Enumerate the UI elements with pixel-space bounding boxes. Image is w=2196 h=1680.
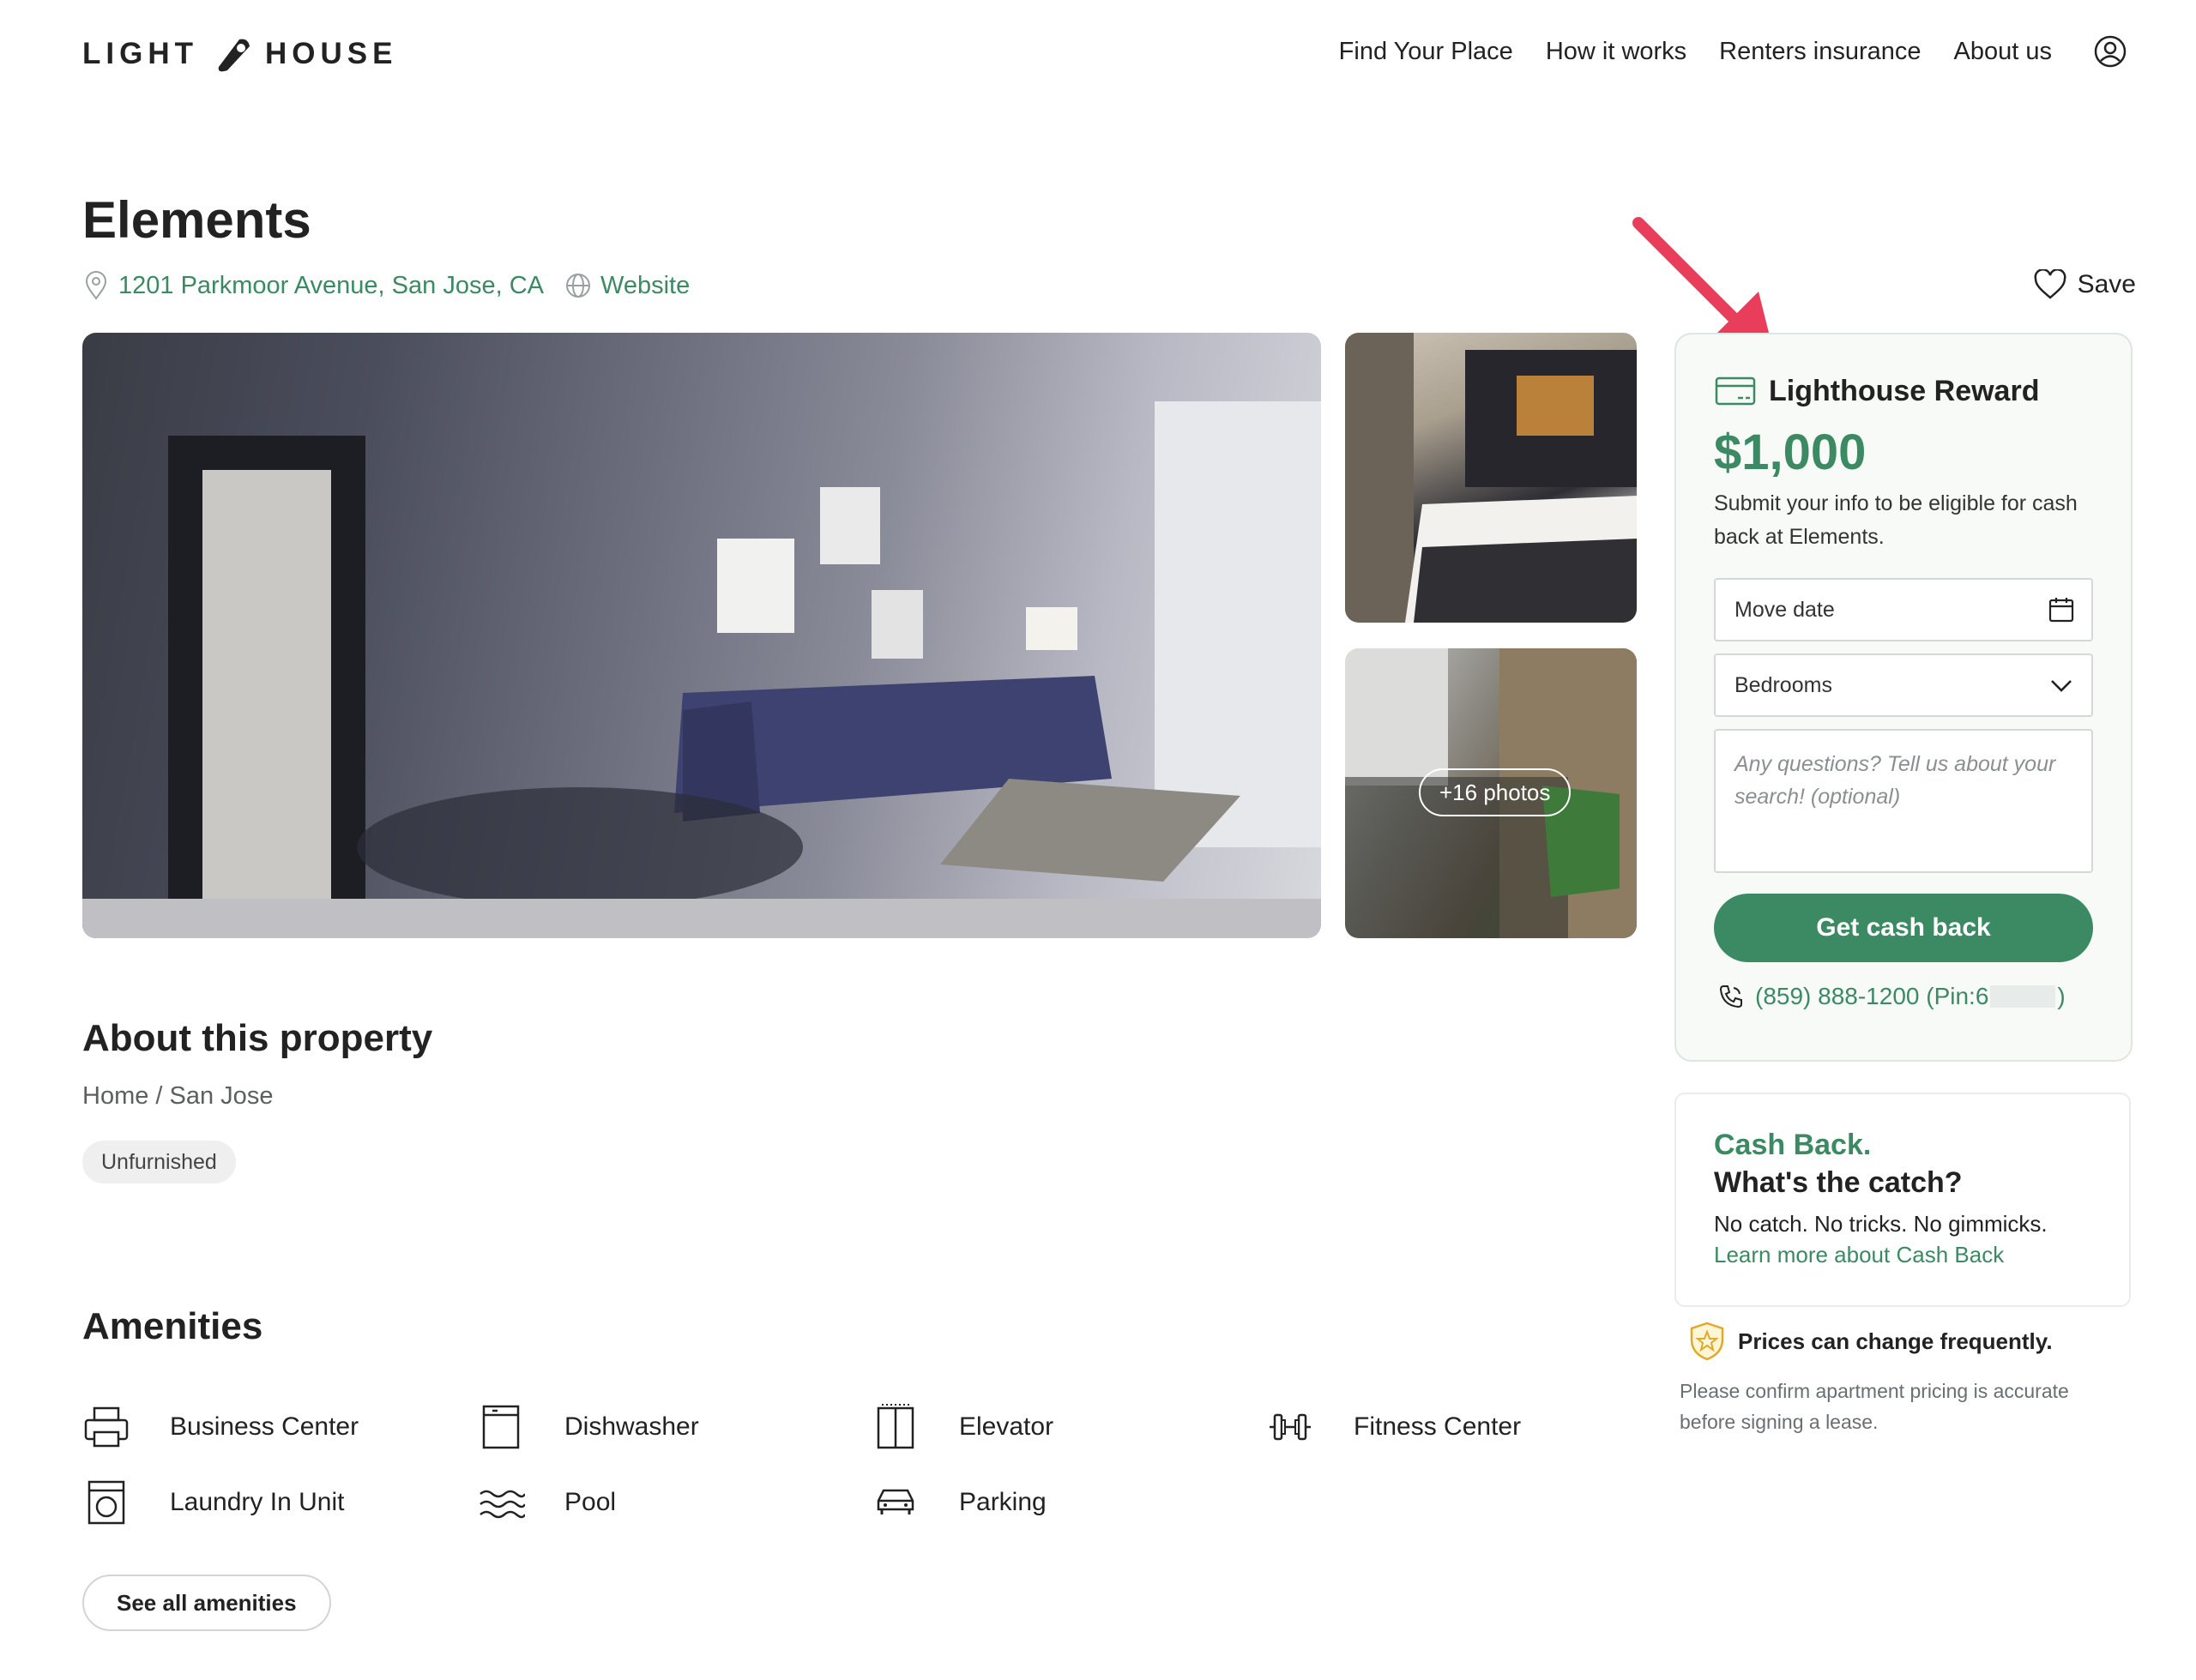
heart-icon (2034, 269, 2066, 299)
website-link[interactable]: Website (600, 272, 690, 300)
photo-bedroom[interactable] (1345, 333, 1637, 623)
nav-renters-insurance[interactable]: Renters insurance (1719, 38, 1921, 66)
globe-icon (566, 274, 590, 298)
car-icon (877, 1489, 914, 1514)
cash-back-subtitle: What's the catch? (1714, 1166, 1963, 1199)
elevator-icon (877, 1404, 914, 1449)
shield-star-icon (1690, 1322, 1724, 1361)
questions-textarea[interactable]: Any questions? Tell us about your search… (1714, 729, 2093, 873)
breadcrumb[interactable]: Home / San Jose (82, 1082, 273, 1111)
amenity-laundry-in-unit: Laundry In Unit (82, 1478, 344, 1526)
amenities-heading: Amenities (82, 1305, 263, 1347)
pin-redaction (1990, 985, 2056, 1008)
cash-back-title: Cash Back. (1714, 1129, 1872, 1161)
amenity-business-center: Business Center (82, 1403, 359, 1451)
photo-balcony[interactable]: +16 photos (1345, 648, 1637, 938)
washer-icon (87, 1480, 125, 1525)
amenity-label: Parking (959, 1488, 1047, 1516)
dishwasher-icon (482, 1405, 520, 1449)
bedroom-image (1345, 333, 1637, 623)
price-notice-title: Prices can change frequently. (1738, 1328, 2053, 1354)
amenity-label: Dishwasher (564, 1412, 699, 1441)
see-all-amenities-button[interactable]: See all amenities (82, 1575, 331, 1631)
save-button[interactable]: Save (2033, 269, 2136, 300)
address-link[interactable]: 1201 Parkmoor Avenue, San Jose, CA (118, 272, 544, 300)
amenity-dishwasher: Dishwasher (477, 1403, 699, 1451)
reward-header: Lighthouse Reward (1714, 374, 2039, 408)
main-photo-living-room[interactable] (82, 333, 1321, 938)
top-nav: Find Your Place How it works Renters ins… (1306, 34, 2127, 69)
amenity-fitness-center: Fitness Center (1266, 1403, 1521, 1451)
dumbbell-icon (1270, 1413, 1311, 1441)
address-row: 1201 Parkmoor Avenue, San Jose, CA Websi… (82, 271, 690, 300)
amenity-elevator: Elevator (872, 1403, 1053, 1451)
questions-placeholder: Any questions? Tell us about your search… (1734, 752, 2056, 809)
waves-icon (480, 1490, 525, 1519)
property-title: Elements (82, 191, 311, 249)
nav-about-us[interactable]: About us (1954, 38, 2052, 66)
reward-description: Submit your info to be eligible for cash… (1714, 491, 2078, 549)
amenity-parking: Parking (872, 1478, 1047, 1526)
lighthouse-logo[interactable]: LIGHT HOUSE (82, 33, 397, 75)
phone-link[interactable]: (859) 888-1200 (Pin:6 ) (1717, 983, 2066, 1010)
amenity-label: Laundry In Unit (170, 1488, 345, 1516)
amenity-pool: Pool (477, 1478, 616, 1526)
amenity-label: Pool (564, 1488, 617, 1516)
bedrooms-label: Bedrooms (1734, 672, 1832, 697)
nav-how-it-works[interactable]: How it works (1546, 38, 1686, 66)
more-photos-button[interactable]: +16 photos (1419, 768, 1572, 816)
learn-more-cash-back-link[interactable]: Learn more about Cash Back (1714, 1242, 2004, 1268)
reward-title: Lighthouse Reward (1769, 374, 2040, 407)
phone-icon (1719, 985, 1742, 1009)
save-label: Save (2077, 270, 2136, 298)
logo-text-right: HOUSE (264, 37, 398, 70)
bedrooms-select[interactable]: Bedrooms (1714, 653, 2093, 717)
living-room-image (82, 401, 1321, 938)
lighthouse-logo-icon (218, 39, 250, 72)
price-notice: Prices can change frequently. (1688, 1321, 2053, 1362)
furnishing-badge: Unfurnished (82, 1141, 236, 1183)
phone-suffix: ) (2057, 983, 2066, 1009)
lighthouse-reward-card: Lighthouse Reward $1,000 Submit your inf… (1674, 333, 2133, 1062)
move-date-placeholder: Move date (1734, 597, 1835, 622)
chevron-down-icon (2051, 680, 2072, 692)
phone-number: (859) 888-1200 (Pin:6 (1755, 983, 1989, 1009)
location-pin-icon (85, 271, 107, 300)
amenity-label: Business Center (170, 1412, 359, 1441)
logo-text-left: LIGHT (82, 37, 198, 70)
nav-find-your-place[interactable]: Find Your Place (1339, 38, 1513, 66)
printer-icon (84, 1406, 129, 1448)
about-heading: About this property (82, 1017, 433, 1059)
amenity-label: Elevator (959, 1412, 1054, 1441)
price-notice-body: Please confirm apartment pricing is accu… (1680, 1380, 2069, 1433)
calendar-icon[interactable] (2047, 595, 2076, 624)
cash-back-info-card: Cash Back. What's the catch? No catch. N… (1674, 1093, 2131, 1307)
user-circle-icon[interactable] (2093, 34, 2127, 69)
amenity-label: Fitness Center (1354, 1412, 1522, 1441)
move-date-field[interactable]: Move date (1714, 578, 2093, 641)
cash-back-body: No catch. No tricks. No gimmicks. (1714, 1211, 2048, 1237)
credit-card-icon (1715, 376, 1756, 406)
get-cash-back-button[interactable]: Get cash back (1714, 894, 2093, 962)
reward-amount: $1,000 (1714, 425, 1867, 480)
